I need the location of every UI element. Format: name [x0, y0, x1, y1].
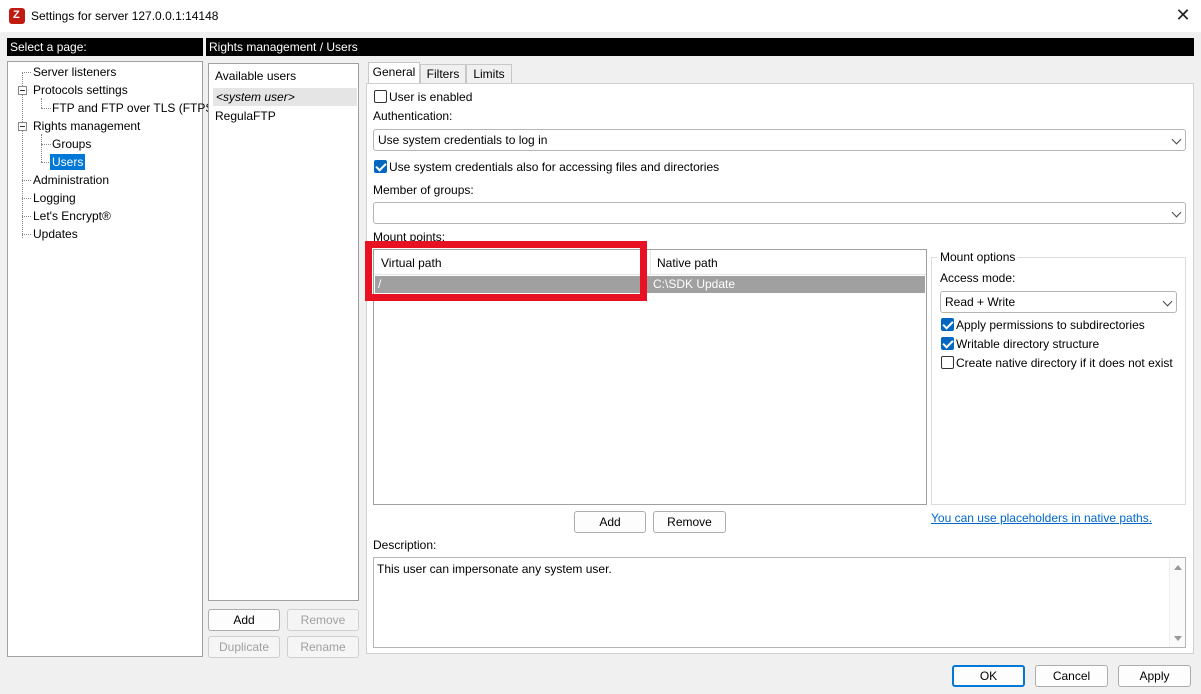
column-native-path[interactable]: Native path — [657, 256, 718, 270]
create-native-label: Create native directory if it does not e… — [956, 356, 1173, 370]
tree-item-rights-management[interactable]: Rights management — [33, 118, 140, 134]
tree-item-groups[interactable]: Groups — [52, 136, 91, 152]
member-of-groups-label: Member of groups: — [373, 183, 474, 197]
close-icon[interactable]: ✕ — [1170, 4, 1196, 28]
tree-item-administration[interactable]: Administration — [33, 172, 109, 188]
tree-item-logging[interactable]: Logging — [33, 190, 76, 206]
select-page-header: Select a page: — [7, 38, 203, 56]
page-tree: Server listeners Protocols settings FTP … — [7, 61, 217, 657]
chevron-down-icon — [1171, 134, 1182, 145]
authentication-value: Use system credentials to log in — [378, 133, 548, 147]
tree-item-updates[interactable]: Updates — [33, 226, 78, 242]
system-credentials-files-label: Use system credentials also for accessin… — [389, 160, 720, 174]
tree-item-users[interactable]: Users — [50, 154, 86, 170]
filezilla-logo-icon — [9, 8, 25, 24]
access-mode-label: Access mode: — [940, 271, 1016, 285]
description-text: This user can impersonate any system use… — [377, 562, 612, 576]
description-scrollbar[interactable] — [1169, 558, 1185, 647]
scroll-up-icon[interactable] — [1174, 565, 1182, 570]
tree-item-server-listeners[interactable]: Server listeners — [33, 64, 116, 80]
access-mode-value: Read + Write — [945, 295, 1016, 309]
apply-subdirs-label: Apply permissions to subdirectories — [956, 318, 1145, 332]
ok-button[interactable]: OK — [952, 665, 1025, 687]
tree-item-protocols-settings[interactable]: Protocols settings — [33, 82, 128, 98]
apply-button[interactable]: Apply — [1118, 665, 1191, 687]
mount-options-title: Mount options — [937, 250, 1019, 264]
page-header: Rights management / Users — [206, 38, 1194, 56]
cancel-button[interactable]: Cancel — [1035, 665, 1108, 687]
collapse-rights-icon[interactable] — [18, 122, 27, 131]
system-credentials-files-checkbox[interactable] — [374, 160, 387, 173]
writable-structure-label: Writable directory structure — [956, 337, 1100, 351]
list-item-system-user[interactable]: <system user> — [213, 88, 357, 106]
chevron-down-icon — [1171, 207, 1182, 218]
users-list-header: Available users — [215, 69, 297, 83]
authentication-label: Authentication: — [373, 109, 453, 123]
add-mount-button[interactable]: Add — [574, 511, 646, 533]
writable-structure-checkbox[interactable] — [941, 337, 954, 350]
remove-mount-button[interactable]: Remove — [653, 511, 726, 533]
list-item-regulaftp[interactable]: RegulaFTP — [215, 109, 276, 123]
tree-item-lets-encrypt[interactable]: Let's Encrypt® — [33, 208, 111, 224]
authentication-select[interactable]: Use system credentials to log in — [373, 129, 1186, 151]
user-enabled-label: User is enabled — [389, 90, 473, 104]
window-title: Settings for server 127.0.0.1:14148 — [31, 9, 219, 23]
apply-subdirs-checkbox[interactable] — [941, 318, 954, 331]
create-native-checkbox[interactable] — [941, 356, 954, 369]
member-of-groups-select[interactable] — [373, 202, 1186, 224]
tree-item-ftp-tls[interactable]: FTP and FTP over TLS (FTPS) — [52, 100, 217, 116]
tab-general[interactable]: General — [368, 62, 420, 84]
placeholders-link[interactable]: You can use placeholders in native paths… — [931, 511, 1152, 525]
access-mode-select[interactable]: Read + Write — [940, 291, 1177, 313]
rename-user-button[interactable]: Rename — [287, 636, 359, 658]
tab-filters[interactable]: Filters — [420, 64, 466, 84]
remove-user-button[interactable]: Remove — [287, 609, 359, 631]
row-native-path: C:\SDK Update — [653, 277, 736, 291]
scroll-down-icon[interactable] — [1174, 636, 1182, 641]
description-label: Description: — [373, 538, 437, 552]
tab-limits[interactable]: Limits — [466, 64, 512, 84]
chevron-down-icon — [1162, 296, 1173, 307]
user-enabled-checkbox[interactable] — [374, 90, 387, 103]
highlight-box — [365, 241, 647, 301]
description-textarea[interactable]: This user can impersonate any system use… — [373, 557, 1186, 648]
add-user-button[interactable]: Add — [208, 609, 280, 631]
duplicate-user-button[interactable]: Duplicate — [208, 636, 280, 658]
users-list: Available users <system user> RegulaFTP — [208, 63, 359, 601]
collapse-protocols-icon[interactable] — [18, 86, 27, 95]
